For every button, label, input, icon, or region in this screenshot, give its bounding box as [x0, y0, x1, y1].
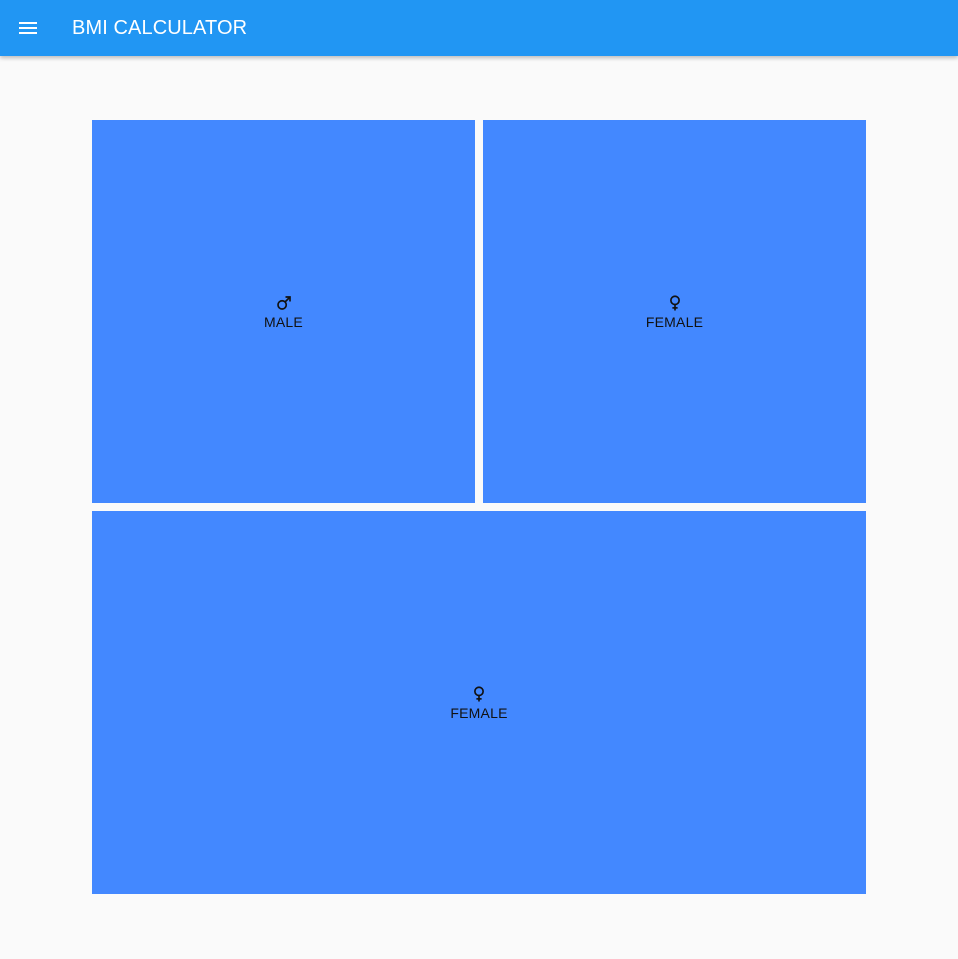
- female-card[interactable]: FEMALE: [483, 120, 866, 503]
- male-icon: [276, 295, 291, 310]
- app-title: BMI CALCULATOR: [72, 17, 248, 39]
- female-label: FEMALE: [645, 313, 704, 330]
- app-bar: BMI CALCULATOR: [0, 0, 958, 56]
- female-icon: [474, 685, 484, 701]
- male-label: MALE: [264, 313, 303, 330]
- bottom-card-label: FEMALE: [450, 704, 508, 721]
- male-card[interactable]: MALE: [92, 120, 475, 503]
- bottom-card[interactable]: FEMALE: [92, 511, 866, 894]
- menu-button[interactable]: [8, 8, 48, 48]
- menu-icon: [19, 22, 37, 34]
- female-icon: [669, 294, 680, 310]
